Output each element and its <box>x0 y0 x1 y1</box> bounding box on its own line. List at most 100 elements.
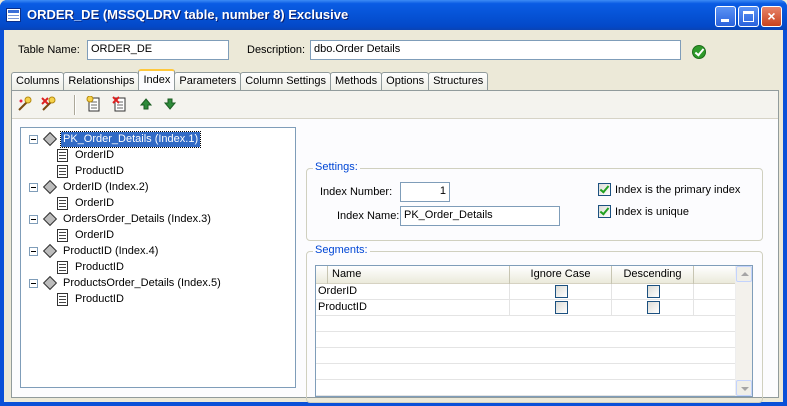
segments-group-title: Segments: <box>313 244 370 256</box>
tree-node-label: ProductID <box>75 261 124 273</box>
empty-row <box>316 348 736 364</box>
descending-checkbox[interactable] <box>647 301 660 314</box>
tree-node-label: OrderID <box>75 197 115 209</box>
collapse-icon[interactable] <box>29 215 38 224</box>
tab-column-settings[interactable]: Column Settings <box>240 72 331 90</box>
unique-index-checkbox[interactable] <box>598 205 611 218</box>
index-number-field[interactable]: 1 <box>400 182 450 202</box>
description-field[interactable]: dbo.Order Details <box>310 40 681 60</box>
segments-scrollbar[interactable] <box>735 266 752 396</box>
delete-index-icon[interactable] <box>40 96 56 112</box>
column-header-descending[interactable]: Descending <box>612 266 694 284</box>
tab-index[interactable]: Index <box>138 69 176 90</box>
tree-node-segment[interactable]: ProductID <box>57 164 257 179</box>
column-header-ignore-case[interactable]: Ignore Case <box>510 266 612 284</box>
table-name-field[interactable]: ORDER_DE <box>87 40 229 60</box>
table-editor-window: ORDER_DE (MSSQLDRV table, number 8) Excl… <box>0 0 787 406</box>
settings-group: Settings: Index Number: 1 Index Name: PK… <box>306 161 763 241</box>
title-bar[interactable]: ORDER_DE (MSSQLDRV table, number 8) Excl… <box>0 0 787 30</box>
descending-checkbox[interactable] <box>647 285 660 298</box>
minimize-icon <box>721 19 729 22</box>
tree-node-label: ProductID (Index.4) <box>63 245 159 257</box>
segment-row[interactable]: ProductID <box>316 300 736 316</box>
index-name-field[interactable]: PK_Order_Details <box>400 206 560 226</box>
tab-methods[interactable]: Methods <box>329 72 383 90</box>
index-tree[interactable]: PK_Order_Details (Index.1) OrderID Produ… <box>20 127 296 388</box>
segment-field-icon <box>57 165 68 178</box>
index-toolbar <box>12 91 778 119</box>
tree-node-label: OrderID (Index.2) <box>63 181 149 193</box>
tree-node-label: ProductID <box>75 293 124 305</box>
row-header-corner <box>316 266 328 284</box>
tree-node-segment[interactable]: ProductID <box>57 292 257 307</box>
index-number-label: Index Number: <box>320 186 393 198</box>
move-down-icon[interactable] <box>162 96 178 112</box>
window-title: ORDER_DE (MSSQLDRV table, number 8) Excl… <box>27 7 349 22</box>
index-diamond-icon <box>42 275 58 291</box>
column-header-name[interactable]: Name <box>328 266 510 284</box>
tree-node-label: OrdersOrder_Details (Index.3) <box>63 213 211 225</box>
maximize-button[interactable] <box>738 6 759 27</box>
tree-node-label: PK_Order_Details (Index.1) <box>59 131 202 148</box>
tab-relationships[interactable]: Relationships <box>63 72 140 90</box>
tree-node-index[interactable]: ProductID (Index.4) <box>29 243 289 259</box>
ignore-case-checkbox[interactable] <box>555 285 568 298</box>
tree-node-segment[interactable]: ProductID <box>57 260 257 275</box>
description-label: Description: <box>247 44 306 56</box>
index-diamond-icon <box>42 179 58 195</box>
segments-group: Segments: Name Ignore Case Descending Or… <box>306 244 763 403</box>
segments-grid-header: Name Ignore Case Descending <box>316 266 736 284</box>
segment-field-icon <box>57 149 68 162</box>
ignore-case-checkbox[interactable] <box>555 301 568 314</box>
new-index-icon[interactable] <box>16 96 32 112</box>
scroll-up-icon[interactable] <box>736 266 752 282</box>
tab-options[interactable]: Options <box>381 72 430 90</box>
scroll-down-icon[interactable] <box>736 380 752 396</box>
primary-index-label: Index is the primary index <box>615 184 741 196</box>
tree-node-index[interactable]: PK_Order_Details (Index.1) <box>29 131 289 148</box>
empty-row <box>316 364 736 380</box>
close-icon: × <box>767 8 776 24</box>
add-segment-icon[interactable] <box>86 96 102 112</box>
remove-segment-icon[interactable] <box>112 96 128 112</box>
segment-name-cell[interactable]: ProductID <box>316 300 510 316</box>
segment-row[interactable]: OrderID <box>316 284 736 300</box>
tab-columns[interactable]: Columns <box>11 72 65 90</box>
segment-field-icon <box>57 293 68 306</box>
window-client-area: Table Name: ORDER_DE Description: dbo.Or… <box>4 30 783 403</box>
descending-cell <box>612 284 694 300</box>
collapse-icon[interactable] <box>29 247 38 256</box>
segment-name-cell[interactable]: OrderID <box>316 284 510 300</box>
move-up-icon[interactable] <box>138 96 154 112</box>
close-button[interactable]: × <box>761 6 782 27</box>
ignore-case-cell <box>510 284 612 300</box>
collapse-icon[interactable] <box>29 135 38 144</box>
tree-node-index[interactable]: ProductsOrder_Details (Index.5) <box>29 275 289 291</box>
empty-row <box>316 380 736 396</box>
tree-node-index[interactable]: OrderID (Index.2) <box>29 179 289 195</box>
tab-structures[interactable]: Structures <box>428 72 489 90</box>
descending-cell <box>612 300 694 316</box>
tree-node-index[interactable]: OrdersOrder_Details (Index.3) <box>29 211 289 227</box>
index-name-label: Index Name: <box>337 210 400 222</box>
unique-index-label: Index is unique <box>615 206 689 218</box>
table-name-label: Table Name: <box>18 44 80 56</box>
maximize-icon <box>743 11 754 22</box>
toolbar-separator <box>74 95 76 115</box>
segments-grid[interactable]: Name Ignore Case Descending OrderID Prod… <box>315 265 753 397</box>
tree-node-segment[interactable]: OrderID <box>57 228 257 243</box>
minimize-button[interactable] <box>715 6 736 27</box>
tab-parameters[interactable]: Parameters <box>174 72 242 90</box>
primary-index-checkbox[interactable] <box>598 183 611 196</box>
segment-field-icon <box>57 197 68 210</box>
tab-strip: Columns Relationships Index Parameters C… <box>11 69 489 90</box>
collapse-icon[interactable] <box>29 183 38 192</box>
tree-node-segment[interactable]: OrderID <box>57 196 257 211</box>
tree-node-label: OrderID <box>75 149 115 161</box>
index-diamond-icon <box>42 243 58 259</box>
collapse-icon[interactable] <box>29 279 38 288</box>
green-check-icon <box>692 45 706 59</box>
index-diamond-icon <box>42 131 58 147</box>
tree-node-segment[interactable]: OrderID <box>57 148 257 163</box>
index-diamond-icon <box>42 211 58 227</box>
